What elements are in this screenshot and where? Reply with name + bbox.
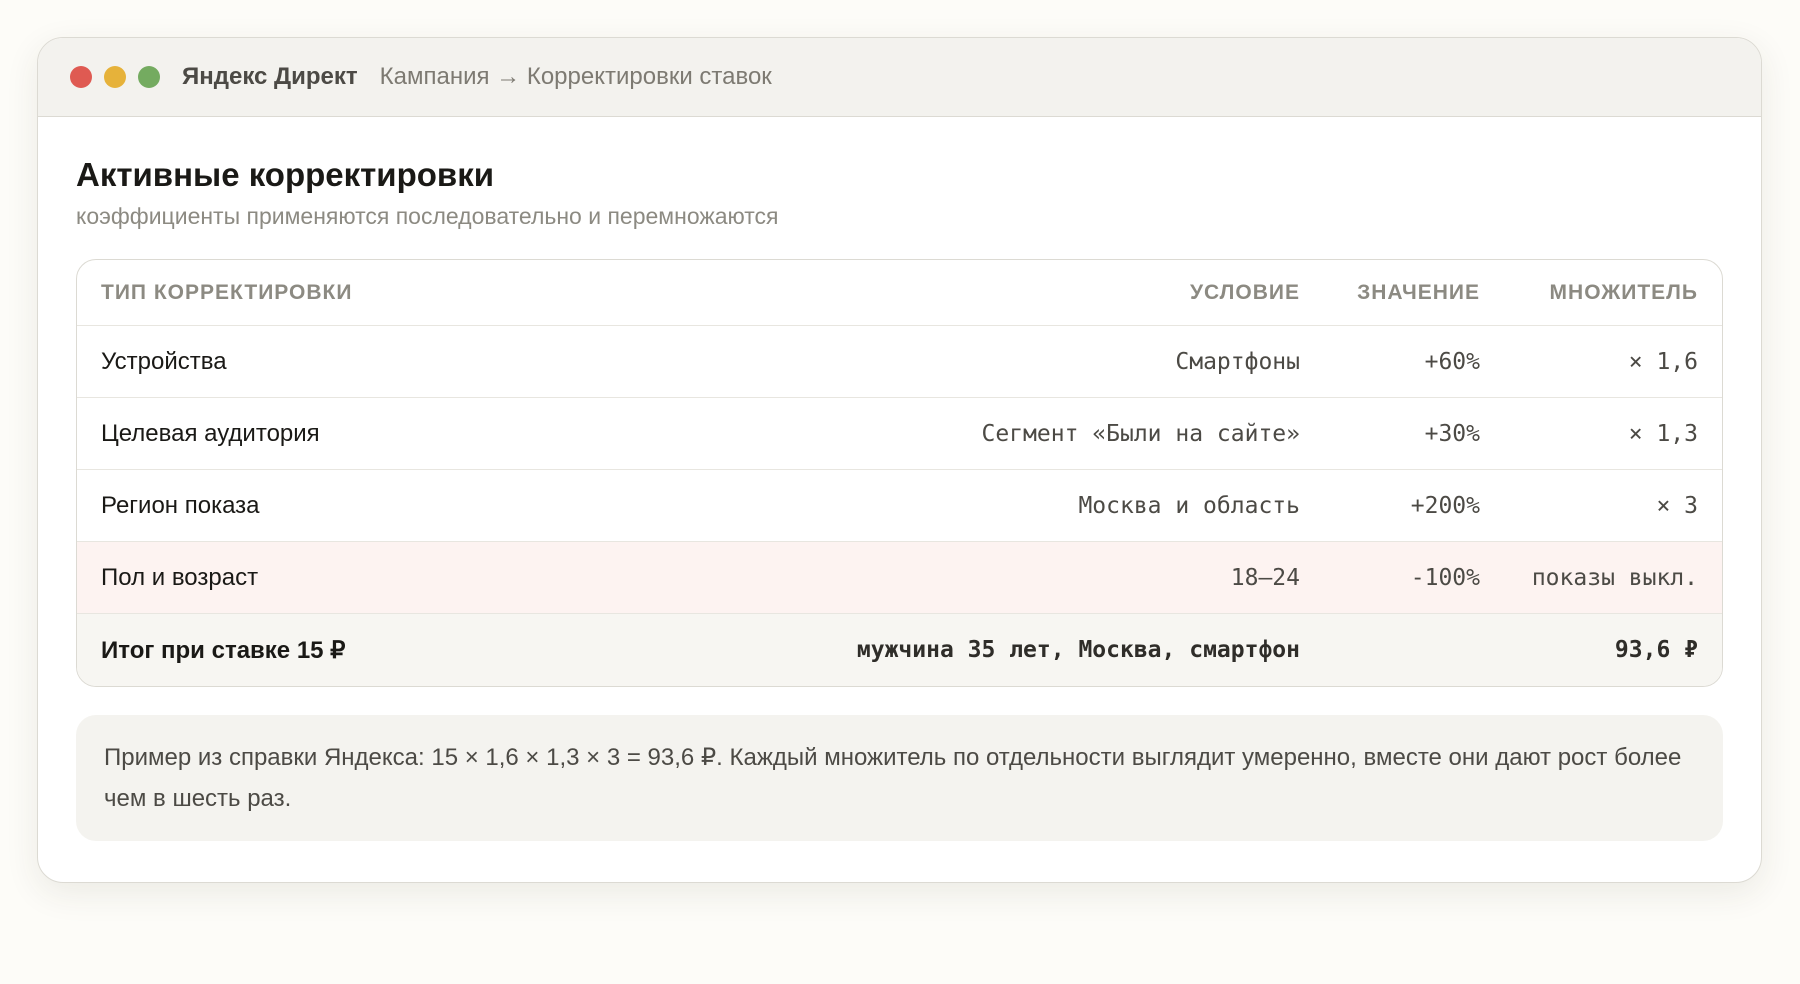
minimize-window-button[interactable] xyxy=(104,66,126,88)
adjustment-condition: Смартфоны xyxy=(1175,348,1300,375)
adjustment-multiplier: показы выкл. xyxy=(1531,564,1698,591)
adjustment-type: Регион показа xyxy=(101,491,260,519)
adjustment-multiplier: × 1,6 xyxy=(1628,348,1698,375)
title-bar: Яндекс Директ Кампания → Корректировки с… xyxy=(38,38,1761,117)
column-header-condition: УСЛОВИЕ xyxy=(1189,280,1300,304)
page-subtitle: коэффициенты применяются последовательно… xyxy=(76,203,779,229)
table-row-highlighted[interactable]: Пол и возраст 18–24 -100% показы выкл. xyxy=(77,542,1722,614)
total-condition: мужчина 35 лет, Москва, смартфон xyxy=(856,637,1300,663)
table-row[interactable]: Целевая аудитория Сегмент «Были на сайте… xyxy=(77,398,1722,470)
info-note: Пример из справки Яндекса: 15 × 1,6 × 1,… xyxy=(76,715,1723,841)
adjustments-table: ТИП КОРРЕКТИРОВКИ УСЛОВИЕ ЗНАЧЕНИЕ МНОЖИ… xyxy=(76,259,1723,687)
table-total-row: Итог при ставке 15 ₽ мужчина 35 лет, Мос… xyxy=(77,614,1722,686)
maximize-window-button[interactable] xyxy=(138,66,160,88)
adjustment-condition: Москва и область xyxy=(1078,492,1300,519)
close-window-button[interactable] xyxy=(70,66,92,88)
adjustment-type: Пол и возраст xyxy=(101,563,259,591)
column-header-multiplier: МНОЖИТЕЛЬ xyxy=(1549,280,1698,304)
adjustment-type: Устройства xyxy=(101,347,227,375)
adjustment-value: +30% xyxy=(1424,420,1480,447)
app-window: Яндекс Директ Кампания → Корректировки с… xyxy=(37,37,1762,883)
adjustment-value: +60% xyxy=(1424,348,1480,375)
total-amount: 93,6 ₽ xyxy=(1614,637,1698,663)
table-row[interactable]: Регион показа Москва и область +200% × 3 xyxy=(77,470,1722,542)
table-header-row: ТИП КОРРЕКТИРОВКИ УСЛОВИЕ ЗНАЧЕНИЕ МНОЖИ… xyxy=(77,260,1722,326)
column-header-type: ТИП КОРРЕКТИРОВКИ xyxy=(101,280,353,304)
total-label: Итог при ставке 15 ₽ xyxy=(101,636,346,664)
adjustment-condition: Сегмент «Были на сайте» xyxy=(981,420,1301,447)
column-header-value: ЗНАЧЕНИЕ xyxy=(1357,280,1480,304)
breadcrumb[interactable]: Кампания → Корректировки ставок xyxy=(380,63,772,91)
adjustment-type: Целевая аудитория xyxy=(101,419,320,447)
adjustment-multiplier: × 1,3 xyxy=(1628,420,1698,447)
table-row[interactable]: Устройства Смартфоны +60% × 1,6 xyxy=(77,326,1722,398)
page-title: Активные корректировки xyxy=(76,156,494,193)
adjustment-condition: 18–24 xyxy=(1230,564,1300,591)
adjustment-value: -100% xyxy=(1410,564,1480,591)
adjustment-value: +200% xyxy=(1410,492,1480,519)
app-name: Яндекс Директ xyxy=(182,63,358,90)
adjustment-multiplier: × 3 xyxy=(1656,492,1698,519)
main-content: Активные корректировки коэффициенты прим… xyxy=(38,117,1761,841)
